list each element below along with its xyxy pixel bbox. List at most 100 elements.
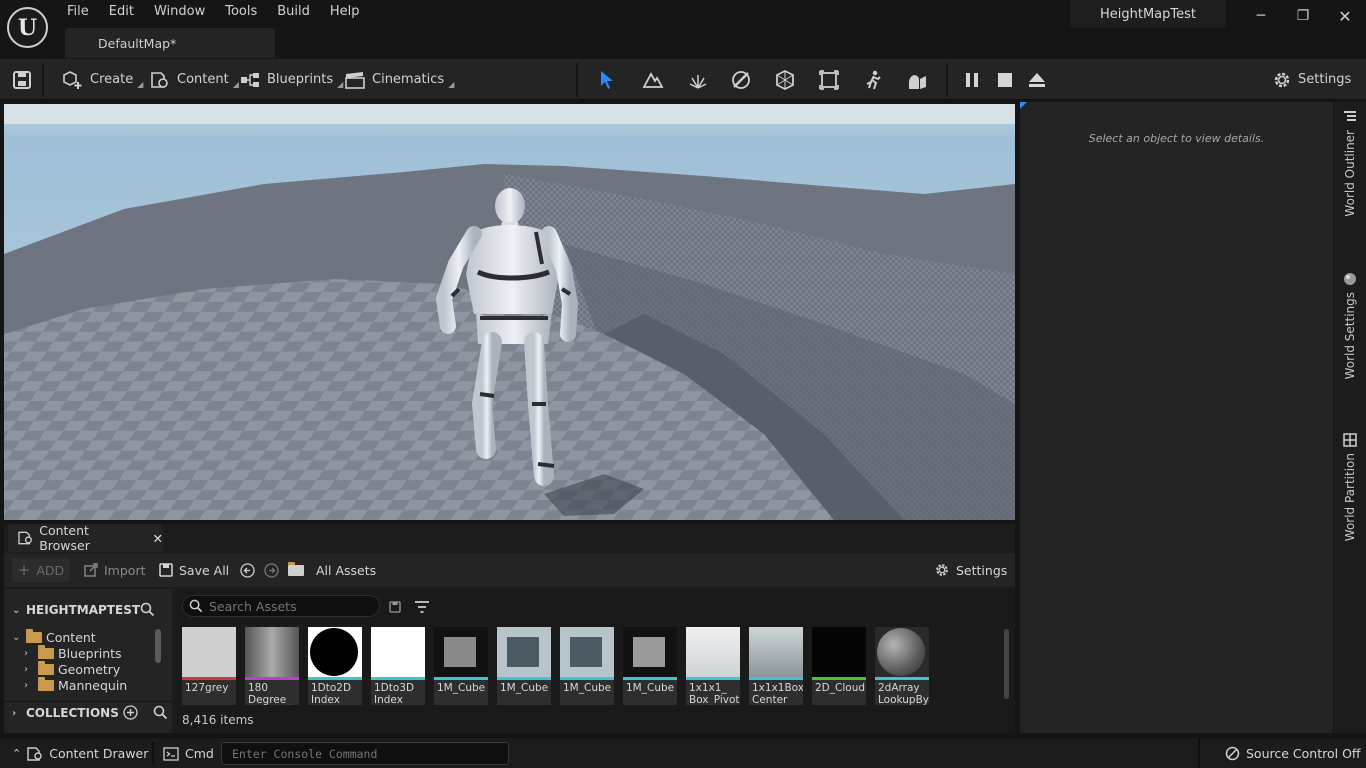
minimize-button[interactable]: ─: [1246, 4, 1276, 28]
close-icon[interactable]: ✕: [153, 531, 163, 546]
import-icon: [84, 563, 98, 577]
unreal-logo-icon[interactable]: U: [7, 7, 48, 48]
asset-tile[interactable]: 180 Degree_: [245, 627, 299, 705]
toolbar-separator: [946, 63, 948, 97]
search-icon[interactable]: [140, 602, 155, 617]
content-drawer-button[interactable]: ⌃ Content Drawer: [12, 738, 148, 768]
search-icon[interactable]: [153, 705, 168, 720]
search-icon: [189, 599, 203, 613]
save-search-icon[interactable]: [389, 601, 401, 613]
details-panel: Select an object to view details.: [1020, 102, 1333, 733]
asset-tile[interactable]: 1M_Cube: [497, 627, 551, 705]
modeling-mode-icon[interactable]: [905, 69, 929, 91]
menu-build[interactable]: Build: [267, 0, 320, 24]
content-browser-settings-button[interactable]: Settings: [934, 553, 1007, 587]
tree-item-label: Mannequin: [58, 677, 128, 693]
asset-tile[interactable]: 1Dto2D Index: [308, 627, 362, 705]
select-mode-icon[interactable]: [596, 69, 620, 91]
grid-icon: [1343, 433, 1357, 447]
asset-tile[interactable]: 2dArray LookupBy: [875, 627, 929, 705]
asset-thumbnail: [434, 627, 488, 677]
eject-icon[interactable]: [1025, 69, 1049, 91]
level-tab[interactable]: DefaultMap*: [65, 28, 275, 58]
restore-button[interactable]: ❐: [1288, 4, 1318, 28]
import-button[interactable]: Import: [84, 553, 146, 587]
content-browser-icon: [27, 746, 42, 761]
animation-mode-icon[interactable]: [861, 69, 885, 91]
fracture-mode-icon[interactable]: [773, 69, 797, 91]
filter-icon[interactable]: [414, 600, 430, 614]
asset-tile[interactable]: 1Dto3D Index: [371, 627, 425, 705]
level-tab-label: DefaultMap*: [98, 35, 177, 51]
menu-help[interactable]: Help: [320, 0, 370, 24]
content-browser-tab-label: Content Browser: [39, 523, 90, 553]
asset-thumbnail: [371, 627, 425, 677]
folder-icon: [38, 660, 54, 675]
chevron-down-icon: ⌄: [12, 631, 21, 643]
save-all-button[interactable]: Save All: [159, 553, 229, 587]
create-button[interactable]: Create ◢: [54, 59, 151, 100]
tree-item-blueprints[interactable]: › Blueprints: [24, 644, 122, 661]
source-control-button[interactable]: Source Control Off: [1225, 738, 1361, 768]
brush-edit-mode-icon[interactable]: [817, 69, 841, 91]
menu-tools[interactable]: Tools: [215, 0, 267, 24]
tree-item-content[interactable]: ⌄ Content: [12, 628, 96, 645]
asset-tile[interactable]: 1x1x1Box Center: [749, 627, 803, 705]
foliage-mode-icon[interactable]: [686, 69, 710, 91]
back-button[interactable]: [240, 553, 255, 587]
plus-icon: +: [17, 561, 31, 579]
landscape-mode-icon[interactable]: [641, 69, 665, 91]
asset-tile[interactable]: 1M_Cube: [434, 627, 488, 705]
asset-tile[interactable]: 1M_Cube: [560, 627, 614, 705]
collections-header[interactable]: › COLLECTIONS: [12, 705, 119, 721]
blueprints-button[interactable]: Blueprints ◢: [231, 59, 351, 100]
pause-icon[interactable]: [960, 69, 984, 91]
level-viewport[interactable]: [4, 104, 1015, 520]
project-header[interactable]: ⌄ HEIGHTMAPTEST: [12, 602, 140, 618]
asset-thumbnail: [812, 627, 866, 677]
divider: [1198, 738, 1200, 768]
close-button[interactable]: ✕: [1330, 4, 1360, 28]
asset-search[interactable]: [182, 595, 380, 617]
add-button[interactable]: + ADD: [12, 558, 70, 582]
save-all-label: Save All: [179, 562, 230, 578]
tree-scrollbar[interactable]: [155, 629, 161, 663]
settings-button[interactable]: Settings: [1264, 59, 1359, 100]
content-browser-tab[interactable]: Content Browser ✕: [8, 523, 163, 553]
tree-item-label: Content: [46, 629, 96, 645]
forward-button[interactable]: [264, 553, 279, 587]
asset-tile[interactable]: 1x1x1_ Box_Pivot: [686, 627, 740, 705]
asset-tile[interactable]: 1M_Cube: [623, 627, 677, 705]
asset-tile[interactable]: 127grey: [182, 627, 236, 705]
import-label: Import: [104, 562, 146, 578]
search-assets-input[interactable]: [209, 598, 369, 614]
console-command-input[interactable]: [221, 742, 509, 765]
asset-thumbnail: [686, 627, 740, 677]
stop-icon[interactable]: [993, 69, 1017, 91]
tab-world-partition[interactable]: World Partition: [1338, 433, 1362, 541]
tree-item-geometry[interactable]: › Geometry: [24, 660, 120, 677]
tab-world-outliner[interactable]: World Outliner: [1338, 110, 1362, 217]
cmd-button[interactable]: Cmd: [163, 738, 214, 768]
project-name: HeightMapTest: [1070, 0, 1226, 28]
tab-world-settings[interactable]: World Settings: [1338, 272, 1362, 379]
asset-thumbnail: [623, 627, 677, 677]
menu-file[interactable]: File: [57, 0, 99, 24]
gear-icon: [1274, 72, 1290, 87]
chevron-up-icon: ⌃: [12, 747, 22, 760]
folder-icon: [288, 561, 304, 576]
asset-scrollbar[interactable]: [1004, 629, 1009, 699]
mesh-paint-mode-icon[interactable]: [729, 69, 753, 91]
menu-edit[interactable]: Edit: [99, 0, 144, 24]
save-button[interactable]: [4, 59, 40, 100]
tree-item-mannequin[interactable]: › Mannequin: [24, 676, 128, 693]
asset-thumbnail: [560, 627, 614, 677]
add-collection-icon[interactable]: [123, 705, 138, 720]
asset-tile[interactable]: 2D_Cloud: [812, 627, 866, 705]
menu-window[interactable]: Window: [144, 0, 215, 24]
cinematics-button[interactable]: Cinematics ◢: [336, 59, 462, 100]
path-breadcrumb[interactable]: All Assets: [288, 553, 376, 587]
sources-panel: ⌄ HEIGHTMAPTEST ⌄ Content › Blueprints ›…: [4, 589, 172, 733]
item-count: 8,416 items: [182, 713, 254, 727]
cmd-label: Cmd: [185, 746, 214, 761]
